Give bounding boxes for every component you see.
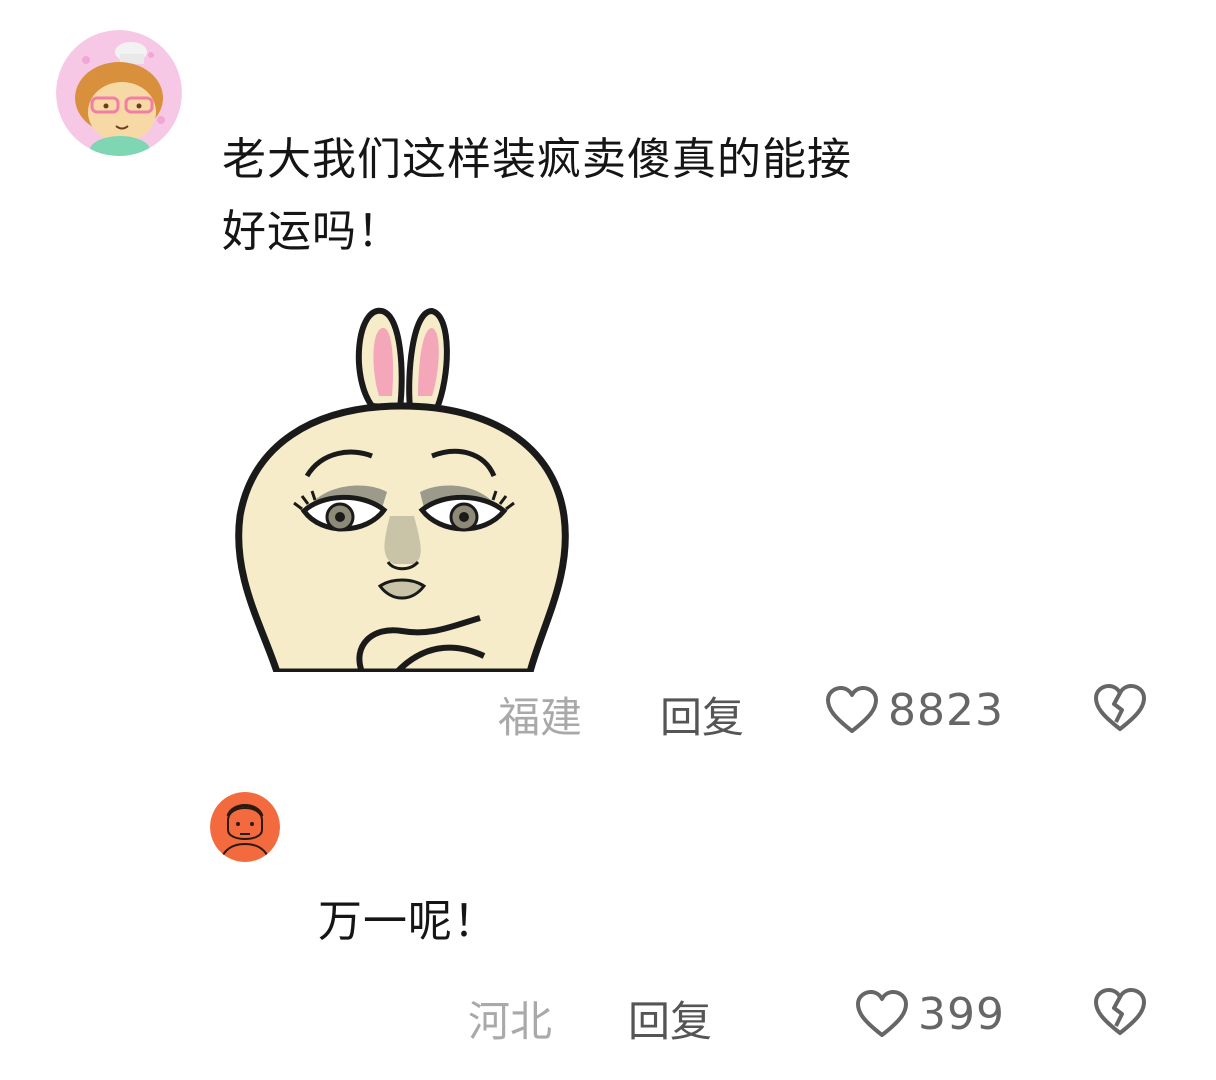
like-button[interactable]: 399 [854, 984, 1005, 1044]
bunny-sticker-image[interactable] [222, 296, 592, 676]
reply-button[interactable]: 回复 [660, 684, 744, 745]
orange-man-avatar-image [210, 792, 280, 862]
heart-outline-icon [856, 990, 908, 1037]
girl-chef-avatar-image [56, 30, 182, 156]
reply-button[interactable]: 回复 [628, 988, 712, 1049]
location-label: 福建 [498, 693, 583, 742]
like-button[interactable]: 8823 [824, 680, 1004, 740]
comment-meta-row: 福建 回复 8823 [0, 680, 1216, 742]
reply-commenter-avatar[interactable] [210, 792, 280, 862]
reply-meta-row: 河北 回复 399 [0, 984, 1216, 1046]
broken-heart-icon [1094, 684, 1146, 731]
like-count: 399 [918, 988, 1005, 1040]
commenter-avatar[interactable] [56, 30, 182, 156]
broken-heart-icon [1094, 988, 1146, 1035]
dislike-button[interactable] [1092, 682, 1148, 734]
comment-text: 老大我们这样装疯卖傻真的能接 好运吗！ [222, 134, 852, 257]
reply-text: 万一呢！ [318, 896, 498, 947]
location-label: 河北 [468, 997, 553, 1046]
dislike-button[interactable] [1092, 986, 1148, 1038]
like-count: 8823 [888, 684, 1004, 736]
heart-outline-icon [826, 686, 878, 733]
